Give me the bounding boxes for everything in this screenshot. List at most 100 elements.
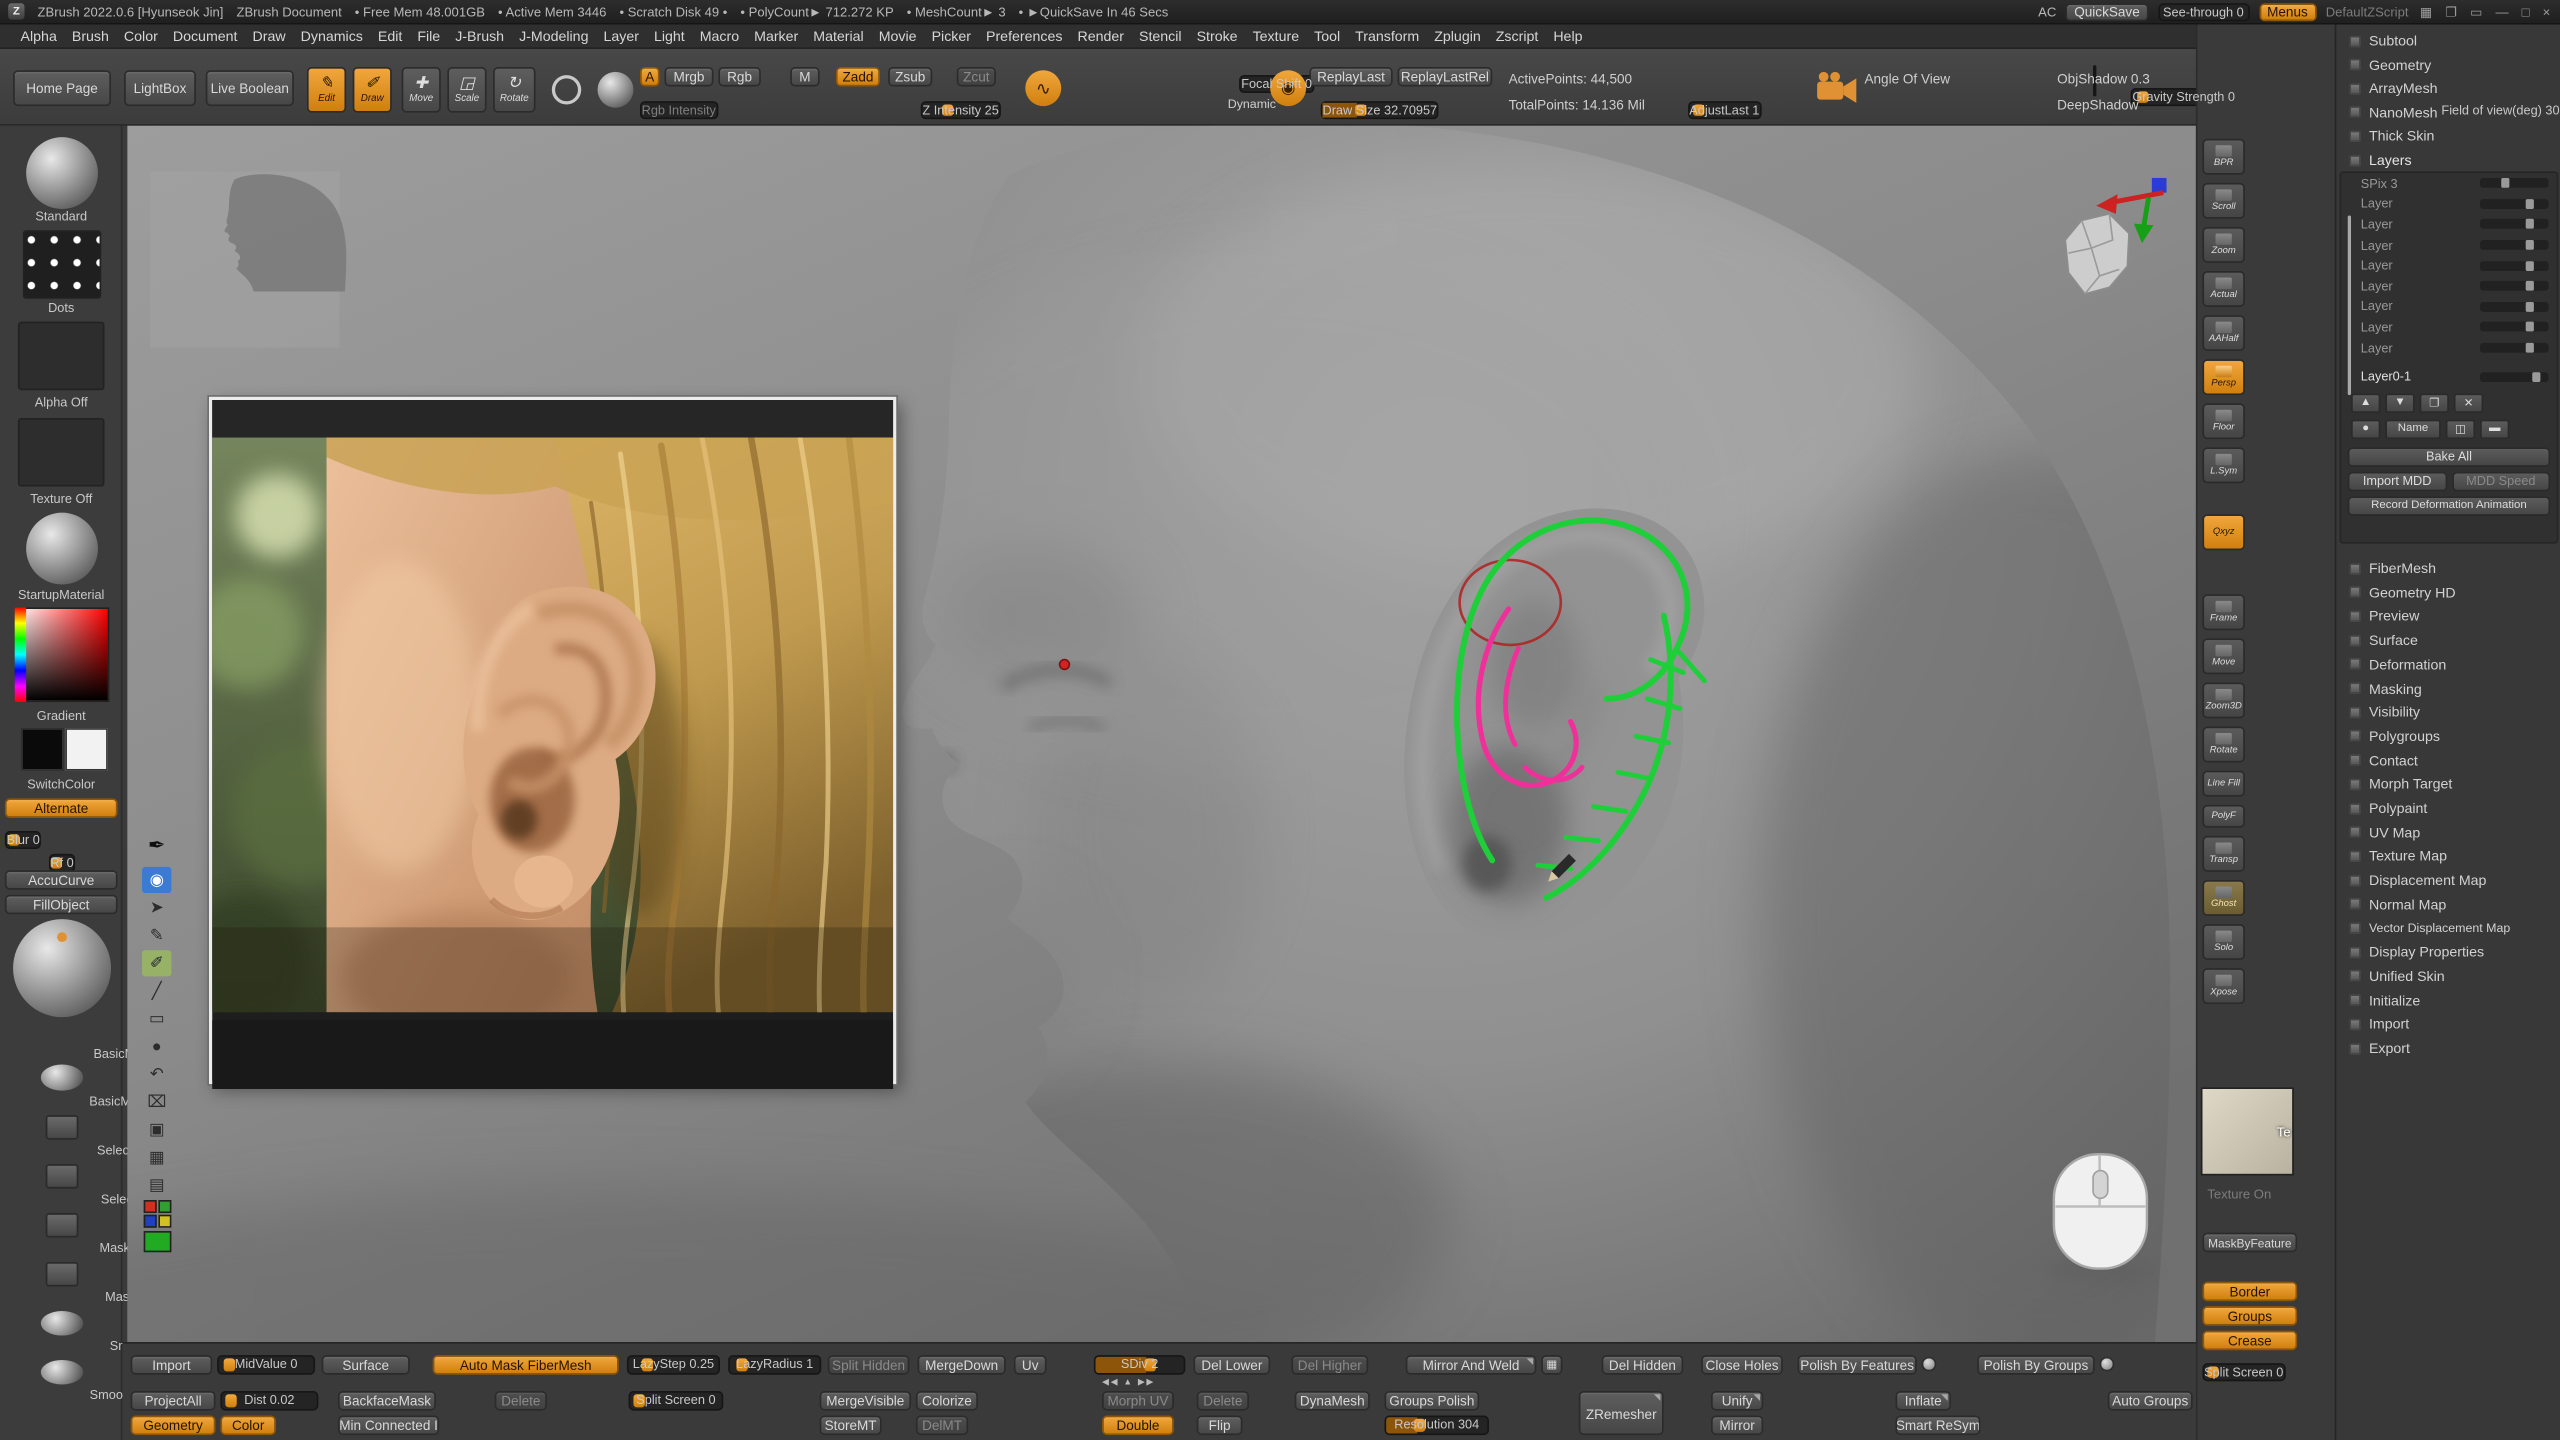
- double-button[interactable]: Double: [1102, 1416, 1174, 1436]
- menu-light[interactable]: Light: [646, 26, 692, 46]
- z-intensity-slider[interactable]: Z Intensity 25: [921, 101, 1001, 119]
- live-boolean-button[interactable]: Live Boolean: [206, 70, 294, 106]
- mask-by-feature-button[interactable]: MaskByFeature: [2202, 1233, 2297, 1253]
- palette-import[interactable]: Import: [2336, 1013, 2560, 1036]
- clipboard-icon[interactable]: ▤: [142, 1172, 171, 1198]
- fiber-import-button[interactable]: Import: [131, 1355, 213, 1375]
- palette-vector-displacement[interactable]: Vector Displacement Map: [2336, 917, 2560, 940]
- dynamic-toggle[interactable]: Dynamic: [1228, 96, 1276, 111]
- menu-transform[interactable]: Transform: [1348, 26, 1427, 46]
- reference-image-panel[interactable]: [209, 397, 896, 1084]
- rgb-button[interactable]: Rgb: [718, 67, 760, 87]
- gravity-slider[interactable]: Gravity Strength 0: [2131, 88, 2237, 106]
- menu-zplugin[interactable]: Zplugin: [1427, 26, 1489, 46]
- palette-geometry-hd[interactable]: Geometry HD: [2336, 581, 2560, 604]
- marker-icon[interactable]: ✐: [142, 950, 171, 976]
- rotate-button[interactable]: ↻Rotate: [493, 67, 535, 113]
- mirror-button[interactable]: Mirror: [1711, 1416, 1763, 1436]
- lightbox-button[interactable]: LightBox: [124, 70, 196, 106]
- main-color-swatch[interactable]: [21, 728, 63, 770]
- image-icon[interactable]: ▦: [142, 1144, 171, 1170]
- layer-name-button[interactable]: Name: [2385, 419, 2441, 439]
- split-screen-slider[interactable]: Split Screen 0: [2202, 1363, 2285, 1381]
- layer-row[interactable]: Layer: [2341, 255, 2557, 276]
- palette-morph-target[interactable]: Morph Target: [2336, 773, 2560, 796]
- texture-thumbnail[interactable]: [18, 418, 105, 487]
- focal-shift-slider[interactable]: Focal Shift 0: [1240, 75, 1314, 93]
- palette-polygroups[interactable]: Polygroups: [2336, 725, 2560, 748]
- eye-icon[interactable]: ◉: [142, 867, 171, 893]
- palette-masking[interactable]: Masking: [2336, 677, 2560, 700]
- zoom-button[interactable]: Zoom: [2202, 227, 2244, 263]
- palette-export[interactable]: Export: [2336, 1037, 2560, 1060]
- ruler-icon[interactable]: ▭: [142, 1006, 171, 1032]
- mask-lasso-icon[interactable]: [46, 1213, 79, 1237]
- menu-render[interactable]: Render: [1070, 26, 1132, 46]
- obj-shadow-label[interactable]: ObjShadow 0.3: [2057, 70, 2150, 86]
- lsym-button[interactable]: L.Sym: [2202, 447, 2244, 483]
- menu-document[interactable]: Document: [165, 26, 245, 46]
- layer-row[interactable]: Layer: [2341, 235, 2557, 256]
- bake-all-button[interactable]: Bake All: [2348, 447, 2550, 467]
- mergevisible-button[interactable]: MergeVisible: [820, 1391, 911, 1411]
- palette-fibermesh[interactable]: FiberMesh: [2336, 557, 2560, 580]
- ghost-button[interactable]: Ghost: [2202, 880, 2244, 916]
- menu-jbrush[interactable]: J-Brush: [448, 26, 512, 46]
- accucurve-button[interactable]: AccuCurve: [5, 870, 118, 890]
- fillobject-button[interactable]: FillObject: [5, 895, 118, 915]
- swatch-yellow[interactable]: [158, 1215, 171, 1228]
- stroke-thumbnail[interactable]: [23, 230, 101, 299]
- screen-icon[interactable]: ▣: [142, 1117, 171, 1143]
- quicksave-button[interactable]: QuickSave: [2066, 2, 2148, 20]
- layer-up-button[interactable]: ▲: [2351, 393, 2380, 413]
- mrgb-button[interactable]: Mrgb: [664, 67, 713, 87]
- layer-delete-button[interactable]: ✕: [2454, 393, 2483, 413]
- geometry-tab-button[interactable]: Geometry: [131, 1416, 216, 1436]
- palette-texture-map[interactable]: Texture Map: [2336, 845, 2560, 868]
- split-hidden-button[interactable]: Split Hidden: [828, 1355, 910, 1375]
- color-picker[interactable]: [15, 607, 110, 702]
- dist-slider[interactable]: Dist 0.02: [220, 1391, 318, 1411]
- maximize-icon[interactable]: □: [2520, 4, 2531, 19]
- auto-mask-fibermesh-button[interactable]: Auto Mask FiberMesh: [433, 1355, 619, 1375]
- menu-marker[interactable]: Marker: [747, 26, 806, 46]
- adjust-last-slider[interactable]: AdjustLast 1: [1688, 101, 1761, 119]
- palette-thickskin[interactable]: Thick Skin: [2336, 125, 2560, 148]
- floor-button[interactable]: Floor: [2202, 403, 2244, 439]
- viewport-canvas[interactable]: ✒ ◉ ➤ ✎ ✐ ╱ ▭ ● ↶ ⌧ ▣ ▦ ▤: [127, 126, 2196, 1342]
- menu-alpha[interactable]: Alpha: [13, 26, 64, 46]
- trash-icon[interactable]: ⌧: [142, 1089, 171, 1115]
- monitor-icon[interactable]: ▭: [2468, 4, 2484, 19]
- m-button[interactable]: M: [790, 67, 819, 87]
- backfacemask-button[interactable]: BackfaceMask: [338, 1391, 436, 1411]
- inflate-button[interactable]: Inflate: [1896, 1391, 1952, 1411]
- menu-zscript[interactable]: Zscript: [1488, 26, 1546, 46]
- palette-visibility[interactable]: Visibility: [2336, 701, 2560, 724]
- brush-thumbnail[interactable]: [26, 137, 98, 209]
- secondary-color-swatch[interactable]: [65, 728, 107, 770]
- menu-movie[interactable]: Movie: [871, 26, 924, 46]
- polish-groups-dot[interactable]: [2100, 1357, 2115, 1372]
- unify-button[interactable]: Unify: [1711, 1391, 1763, 1411]
- layout-icon[interactable]: ❐: [2444, 4, 2459, 19]
- palette-initialize[interactable]: Initialize: [2336, 989, 2560, 1012]
- polish-features-dot[interactable]: [1922, 1357, 1937, 1372]
- menu-texture[interactable]: Texture: [1245, 26, 1307, 46]
- zsub-button[interactable]: Zsub: [888, 67, 932, 87]
- hue-strip[interactable]: [15, 607, 26, 702]
- palette-subtool[interactable]: Subtool: [2336, 29, 2560, 52]
- texture-preview-thumbnail[interactable]: Te: [2201, 1087, 2294, 1175]
- persp-button[interactable]: Persp: [2202, 359, 2244, 395]
- storemt-button[interactable]: StoreMT: [820, 1416, 882, 1436]
- linefill-button[interactable]: Line Fill: [2202, 771, 2244, 797]
- groups-button[interactable]: Groups: [2202, 1306, 2297, 1326]
- select-lasso-icon[interactable]: [46, 1115, 79, 1139]
- menus-button[interactable]: Menus: [2259, 2, 2316, 20]
- zcut-button[interactable]: Zcut: [957, 67, 996, 87]
- menu-help[interactable]: Help: [1546, 26, 1590, 46]
- layer-row[interactable]: Layer: [2341, 296, 2557, 317]
- delete-button[interactable]: Delete: [495, 1391, 547, 1411]
- pencil-icon[interactable]: ✎: [142, 922, 171, 948]
- palette-arraymesh[interactable]: ArrayMesh: [2336, 77, 2560, 100]
- smooth-valleys-icon[interactable]: [41, 1360, 83, 1384]
